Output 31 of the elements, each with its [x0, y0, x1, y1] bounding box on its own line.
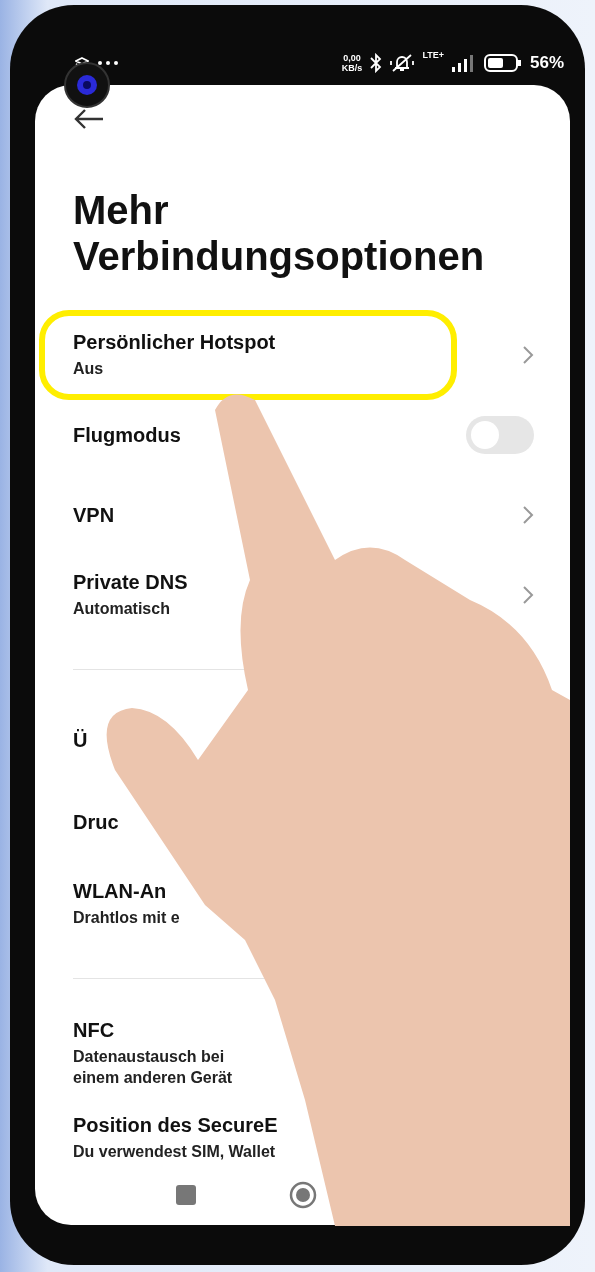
- setting-title[interactable]: NFC: [73, 1019, 115, 1042]
- chevron-right-icon: [522, 585, 534, 605]
- setting-title[interactable]: Private DNS: [73, 571, 188, 594]
- setting-title[interactable]: Position des SecureE: [73, 1114, 278, 1137]
- chevron-right-icon: [522, 505, 534, 525]
- signal-icon: [451, 53, 476, 72]
- setting-subtitle: Aus: [73, 359, 104, 379]
- setting-subtitle: Automatisch: [73, 599, 170, 619]
- back-arrow-icon[interactable]: [73, 107, 105, 131]
- setting-title[interactable]: Druc: [73, 810, 119, 834]
- setting-title[interactable]: WLAN-An: [73, 880, 167, 903]
- bluetooth-icon: [370, 52, 383, 73]
- recent-apps-icon[interactable]: [175, 1184, 197, 1206]
- network-type: LTE+: [422, 50, 444, 60]
- setting-subtitle: Datenaustausch bei einem anderen Gerät: [73, 1047, 233, 1088]
- more-dots-icon: [97, 59, 119, 66]
- setting-title[interactable]: Flugmodus: [73, 423, 181, 447]
- toggle-switch[interactable]: [466, 416, 534, 454]
- setting-subtitle: Du verwendest SIM, Wallet: [73, 1142, 276, 1162]
- page-title: Mehr Verbindungsoptionen: [73, 187, 486, 279]
- home-icon[interactable]: [289, 1181, 317, 1209]
- setting-title[interactable]: Ü: [73, 728, 88, 752]
- battery-percent: 56%: [529, 52, 564, 73]
- network-speed: 0,00 KB/s: [341, 52, 363, 73]
- setting-subtitle: Drahtlos mit e: [73, 908, 180, 928]
- muted-bell-icon: [390, 52, 415, 73]
- setting-title[interactable]: Persönlicher Hotspot: [73, 331, 276, 354]
- setting-title[interactable]: VPN: [73, 503, 115, 527]
- camera-lens-icon: [64, 62, 110, 108]
- chevron-right-icon: [522, 345, 534, 365]
- battery-icon: [483, 52, 522, 73]
